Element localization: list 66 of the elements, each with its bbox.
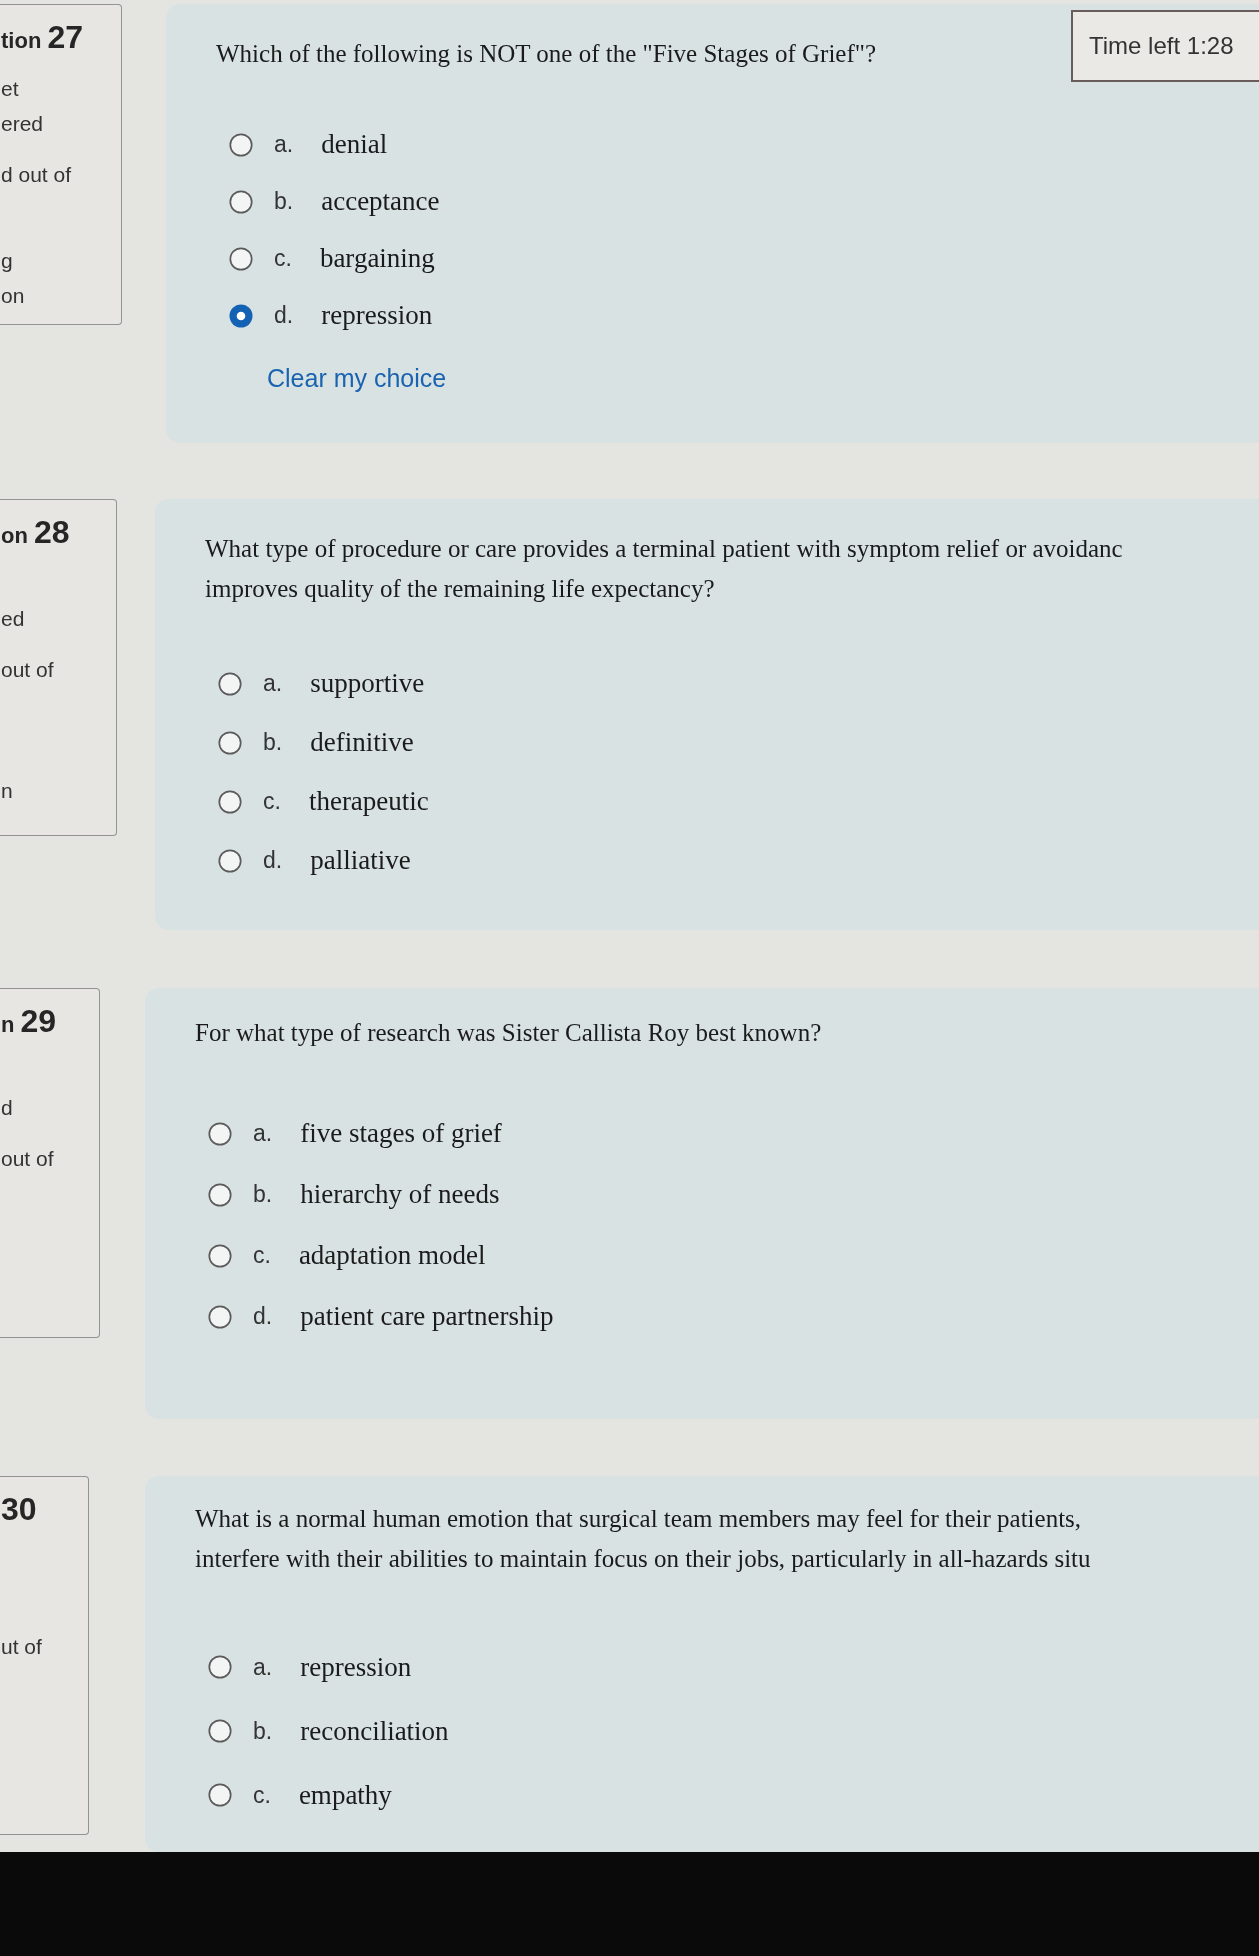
option-letter: b. — [274, 188, 294, 215]
option-letter: c. — [263, 788, 281, 815]
option-text[interactable]: therapeutic — [308, 786, 429, 817]
radio-button[interactable] — [208, 1243, 232, 1268]
option-letter: b. — [253, 1717, 273, 1745]
grade-text: out of — [1, 1146, 54, 1172]
option-letter: a. — [263, 670, 283, 697]
flag-question-link[interactable]: g — [1, 243, 13, 278]
option-letter: a. — [253, 1120, 273, 1147]
radio-button[interactable] — [208, 1783, 232, 1807]
status-text: d — [1, 1095, 13, 1121]
option-letter: c. — [274, 245, 292, 272]
radio-button[interactable] — [229, 189, 253, 214]
radio-button[interactable] — [208, 1121, 232, 1146]
status-text: ed — [1, 606, 25, 632]
option-text[interactable]: acceptance — [321, 186, 440, 217]
option-letter: d. — [274, 302, 294, 329]
option-text[interactable]: definitive — [310, 727, 414, 758]
radio-button[interactable] — [218, 730, 242, 755]
option-text[interactable]: repression — [300, 1651, 412, 1683]
radio-button[interactable] — [208, 1655, 232, 1679]
question-number-heading: tion 27 — [1, 18, 85, 57]
radio-button[interactable] — [229, 303, 253, 328]
radio-button[interactable] — [229, 246, 253, 271]
option-text[interactable]: hierarchy of needs — [300, 1179, 500, 1210]
option-letter: d. — [263, 847, 283, 874]
flag-question-link[interactable]: n — [1, 773, 13, 808]
radio-button[interactable] — [208, 1719, 232, 1743]
radio-button[interactable] — [229, 132, 253, 157]
question-text: What is a normal human emotion that surgical team members may feel for their patients, interfere with their abilities to maintain focus on their jobs, particularly in all-hazards situ — [195, 1504, 1091, 1574]
option-text[interactable]: supportive — [310, 668, 425, 699]
option-text[interactable]: denial — [321, 129, 388, 160]
grade-text: ut of — [1, 1634, 42, 1660]
option-text[interactable]: repression — [321, 300, 433, 331]
option-letter: b. — [253, 1181, 273, 1208]
option-text[interactable]: bargaining — [319, 243, 435, 274]
status-text: ered — [1, 111, 44, 137]
option-letter: a. — [274, 131, 294, 158]
question-number-heading: n 29 — [1, 1002, 58, 1041]
flag-question-link[interactable]: on — [1, 278, 25, 313]
option-letter: c. — [253, 1781, 271, 1809]
status-text: et — [1, 76, 19, 102]
option-text[interactable]: empathy — [298, 1779, 392, 1811]
option-letter: b. — [263, 729, 283, 756]
grade-text: d out of — [1, 162, 72, 188]
radio-button[interactable] — [208, 1304, 232, 1329]
question-number-heading: 30 — [1, 1490, 38, 1529]
option-text[interactable]: adaptation model — [298, 1240, 486, 1271]
radio-button[interactable] — [218, 789, 242, 814]
question-text: What type of procedure or care provides a terminal patient with symptom relief or avoidanc improves quality of the remaining life expectancy? — [205, 534, 1123, 604]
option-text[interactable]: palliative — [310, 845, 411, 876]
option-text[interactable]: reconciliation — [300, 1715, 449, 1747]
radio-button[interactable] — [218, 848, 242, 873]
radio-button[interactable] — [208, 1182, 232, 1207]
question-text: Which of the following is NOT one of the "Five Stages of Grief"? — [216, 39, 877, 69]
option-letter: a. — [253, 1653, 273, 1681]
option-text[interactable]: five stages of grief — [300, 1118, 502, 1149]
option-letter: c. — [253, 1242, 271, 1269]
time-left-timer: Time left 1:28 — [1071, 10, 1259, 82]
clear-choice-link[interactable]: Clear my choice — [267, 361, 447, 395]
radio-button[interactable] — [218, 671, 242, 696]
grade-text: out of — [1, 657, 54, 683]
option-text[interactable]: patient care partnership — [300, 1301, 554, 1332]
question-text: For what type of research was Sister Callista Roy best known? — [195, 1018, 822, 1048]
option-letter: d. — [253, 1303, 273, 1330]
question-number-heading: on 28 — [1, 513, 71, 552]
